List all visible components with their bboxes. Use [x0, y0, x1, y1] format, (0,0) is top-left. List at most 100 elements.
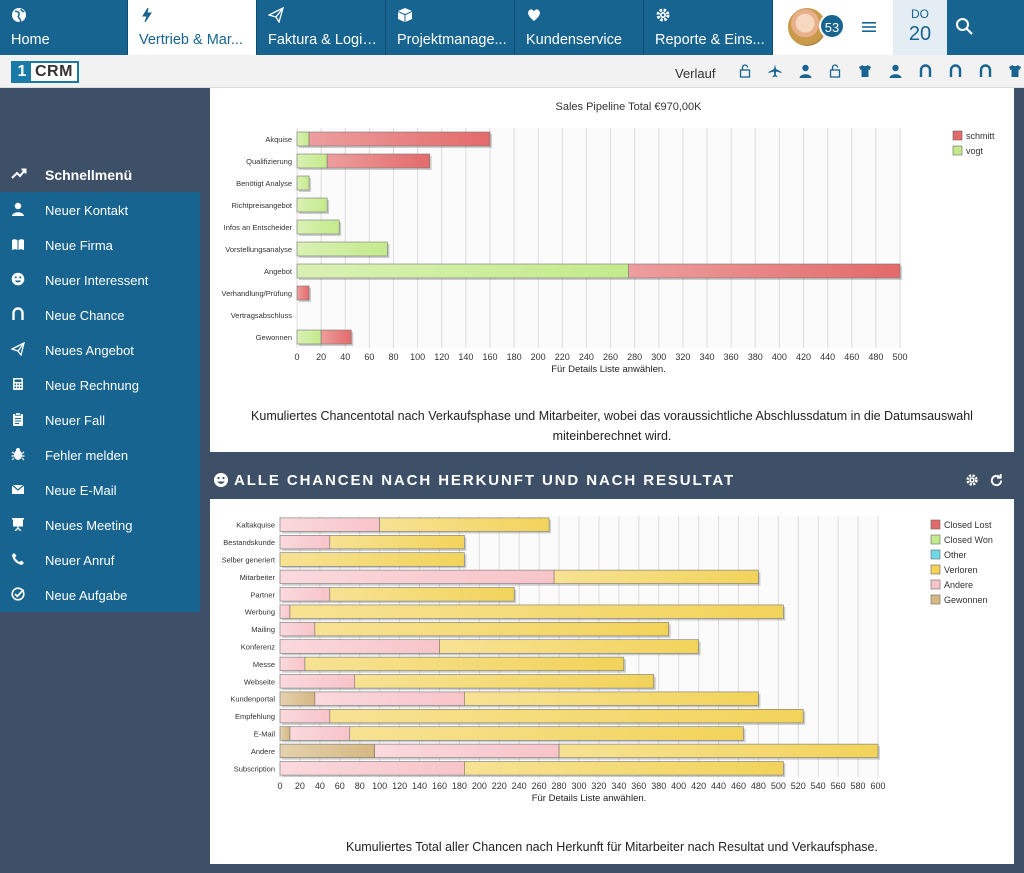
tab-projektmanagement[interactable]: Projektmanage...	[386, 0, 515, 55]
shirt-icon[interactable]	[1000, 64, 1024, 80]
quick-menu-item[interactable]: Neue Aufgabe	[0, 577, 200, 612]
quick-menu-item[interactable]: Neue Firma	[0, 227, 200, 262]
tick-label: 440	[820, 352, 835, 362]
tick-label: 220	[492, 781, 507, 791]
category-label: Bestandskunde	[223, 538, 275, 547]
legend-swatch	[952, 145, 963, 156]
shirt-icon[interactable]	[850, 64, 880, 80]
tick-label: 100	[372, 781, 387, 791]
bar-segment	[314, 622, 670, 637]
bar-segment	[628, 263, 901, 279]
quick-menu-title: Schnellmenü	[45, 167, 133, 183]
quick-menu-item-label: Neues Meeting	[45, 518, 133, 533]
tick-label: 520	[791, 781, 806, 791]
quick-menu-item[interactable]: Neuer Anruf	[0, 542, 200, 577]
quick-menu-item-label: Neuer Fall	[45, 413, 105, 428]
tick-label: 360	[631, 781, 646, 791]
tick-label: 320	[591, 781, 606, 791]
calendar-date[interactable]: DO 20	[893, 0, 947, 55]
tab-faktura[interactable]: Faktura & Logis...	[257, 0, 386, 55]
bar-segment	[296, 219, 340, 235]
lock-icon[interactable]	[820, 64, 850, 80]
bar-segment	[289, 726, 351, 741]
history-label: Verlauf	[675, 66, 716, 81]
quick-menu-item-label: Neuer Kontakt	[45, 203, 129, 218]
quick-menu-item[interactable]: Neue E-Mail	[0, 472, 200, 507]
lock-icon[interactable]	[730, 64, 760, 80]
legend-swatch	[930, 564, 941, 575]
tab-reporte[interactable]: Reporte & Eins...	[644, 0, 773, 55]
quick-menu-item[interactable]: Neues Meeting	[0, 507, 200, 542]
legend-swatch	[930, 579, 941, 590]
tick-label: 360	[724, 352, 739, 362]
notification-badge[interactable]: 53	[819, 13, 845, 39]
legend-label: Gewonnen	[944, 595, 988, 605]
magnet-icon[interactable]	[970, 64, 1000, 80]
tab-home[interactable]: Home	[0, 0, 128, 55]
quick-menu-item-label: Neues Angebot	[45, 343, 134, 358]
tick-label: 460	[844, 352, 859, 362]
gear-icon[interactable]	[965, 473, 979, 487]
quick-menu-item[interactable]: Neue Rechnung	[0, 367, 200, 402]
quick-menu-item[interactable]: Neues Angebot	[0, 332, 200, 367]
quick-menu-item[interactable]: Neuer Fall	[0, 402, 200, 437]
tick-label: 80	[355, 781, 365, 791]
tick-label: 400	[671, 781, 686, 791]
menu-icon[interactable]	[861, 19, 877, 35]
tick-label: 20	[295, 781, 305, 791]
bar-segment	[279, 743, 375, 758]
bar-segment	[279, 656, 306, 671]
refresh-icon[interactable]	[989, 473, 1004, 488]
opportunities-by-source-panel: 0 20 40 60 80 100 120 140 160 180 200 220 240 260 280 3…	[210, 499, 1014, 864]
bar-segment	[279, 604, 291, 619]
person-icon[interactable]	[790, 64, 820, 80]
quick-menu-item[interactable]: Neuer Kontakt	[0, 192, 200, 227]
bar-segment	[296, 285, 310, 301]
bar-segment	[329, 535, 465, 550]
quick-menu-item-label: Neue Aufgabe	[45, 588, 128, 603]
legend-swatch	[930, 594, 941, 605]
check-circle-icon	[11, 587, 25, 601]
bar-segment	[329, 709, 804, 724]
opportunities-caption: Kumuliertes Total aller Chancen nach Her…	[345, 840, 878, 854]
tick-label: 120	[392, 781, 407, 791]
dashlet-header: ALLE CHANCEN NACH HERKUNFT UND NACH RESU…	[210, 466, 1014, 494]
quick-menu-item[interactable]: Fehler melden	[0, 437, 200, 472]
tab-vertrieb[interactable]: Vertrieb & Mar...	[128, 0, 257, 55]
tick-label: 300	[571, 781, 586, 791]
legend-swatch	[930, 534, 941, 545]
category-label: Mitarbeiter	[240, 573, 276, 582]
magnet-icon[interactable]	[910, 64, 940, 80]
quick-menu-item[interactable]: Neue Chance	[0, 297, 200, 332]
opportunities-by-source-chart[interactable]: 0 20 40 60 80 100 120 140 160 180 200 220 240 260 280 3…	[210, 499, 1014, 809]
quick-menu-item-label: Neuer Interessent	[45, 273, 149, 288]
dashlet-title: ALLE CHANCEN NACH HERKUNFT UND NACH RESU…	[234, 472, 736, 489]
logo[interactable]: 1 CRM	[11, 61, 79, 83]
magnet-icon[interactable]	[940, 64, 970, 80]
category-label: E-Mail	[254, 730, 276, 739]
tab-kundenservice[interactable]: Kundenservice	[515, 0, 644, 55]
user-menu[interactable]: 53	[773, 0, 893, 55]
category-label: Empfehlung	[235, 712, 275, 721]
legend-label: schmitt	[966, 131, 995, 141]
tick-label: 380	[748, 352, 763, 362]
quick-menu-item-label: Fehler melden	[45, 448, 129, 463]
quick-menu-item[interactable]: Neuer Interessent	[0, 262, 200, 297]
category-label: Partner	[250, 590, 275, 599]
bar-segment	[349, 726, 744, 741]
bar-segment	[296, 153, 328, 169]
category-label: Mailing	[251, 625, 275, 634]
bar-segment	[279, 517, 380, 532]
sales-pipeline-chart[interactable]: Sales Pipeline Total €970,00K 0 20 40 60 80 10…	[210, 88, 1014, 378]
tick-label: 180	[507, 352, 522, 362]
tick-label: 440	[711, 781, 726, 791]
tick-label: 280	[552, 781, 567, 791]
category-label: Richtpreisangebot	[232, 201, 293, 210]
bar-segment	[279, 674, 356, 689]
search-button[interactable]	[947, 0, 1003, 55]
tick-label: 480	[868, 352, 883, 362]
person-icon[interactable]	[880, 64, 910, 80]
tick-label: 300	[651, 352, 666, 362]
tick-label: 400	[772, 352, 787, 362]
plane-icon[interactable]	[760, 64, 790, 80]
